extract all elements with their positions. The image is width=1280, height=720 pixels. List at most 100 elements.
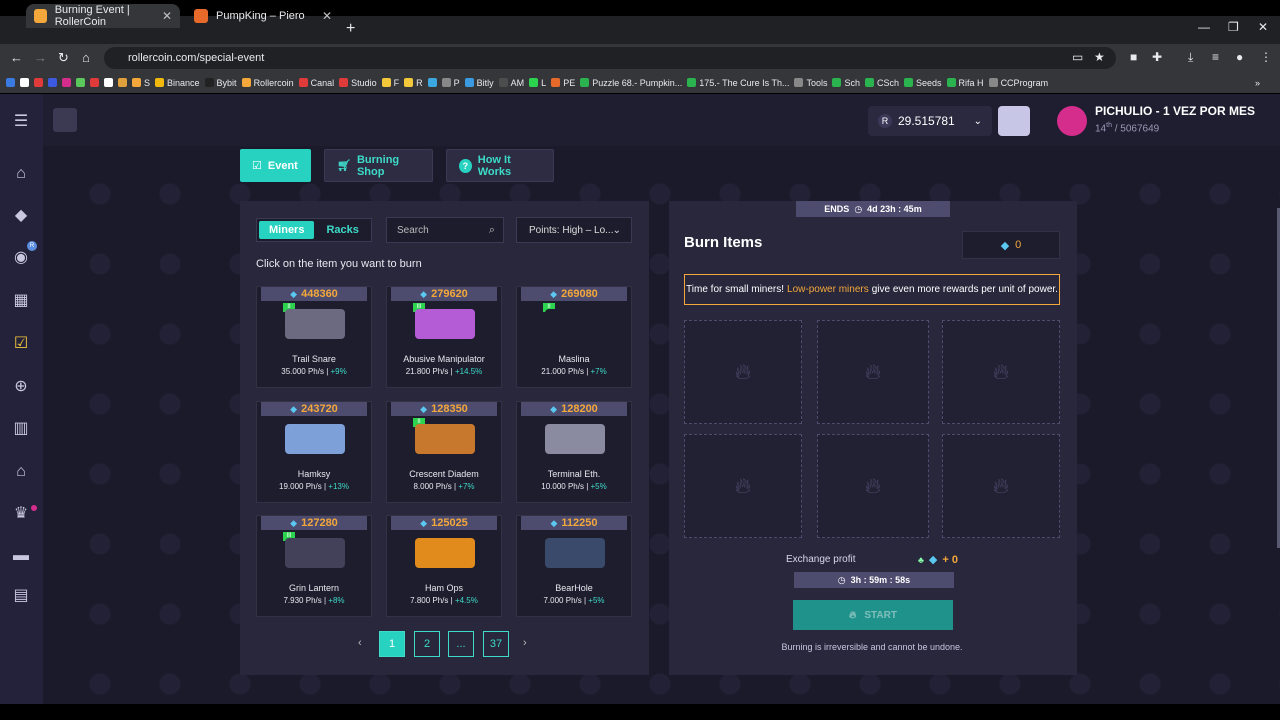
close-window-button[interactable]: ✕: [1258, 20, 1268, 34]
miner-card[interactable]: ◆ 112250 BearHole 7.000 Ph/s | +5%: [516, 515, 632, 617]
bookmark-item[interactable]: Canal: [298, 78, 334, 88]
miner-card[interactable]: ◆ 128350 II Crescent Diadem 8.000 Ph/s | +7%: [386, 401, 502, 503]
miner-card[interactable]: ◆ 243720 Hamksy 19.000 Ph/s | +13%: [256, 401, 372, 503]
bookmark-item[interactable]: R: [404, 78, 423, 88]
miner-card[interactable]: ◆ 448360 II Trail Snare 35.000 Ph/s | +9%: [256, 286, 372, 388]
tab-how-it-works[interactable]: ? How It Works: [446, 149, 554, 182]
search-input[interactable]: Search ⌕: [386, 217, 504, 243]
bookmark-item[interactable]: [104, 78, 113, 87]
bookmark-item[interactable]: AM: [498, 78, 524, 88]
browser-tab-active[interactable]: Burning Event | RollerCoin ✕: [26, 4, 180, 28]
bookmark-item[interactable]: [90, 78, 99, 87]
bookmark-item[interactable]: P: [441, 78, 460, 88]
burn-slot[interactable]: 🔥︎: [942, 434, 1060, 538]
burn-slot[interactable]: 🔥︎: [817, 320, 929, 424]
news-icon[interactable]: ▤: [11, 586, 31, 606]
racks-toggle[interactable]: Racks: [316, 221, 368, 239]
tool-icon[interactable]: ▬: [11, 546, 31, 566]
calendar-icon[interactable]: ▦: [11, 291, 31, 311]
sort-value: Points: High – Lo...: [529, 224, 614, 236]
miner-card[interactable]: ◆ 128200 Terminal Eth. 10.000 Ph/s | +5%: [516, 401, 632, 503]
bookmark-item[interactable]: [48, 78, 57, 87]
bookmark-item[interactable]: Tools: [794, 78, 827, 88]
cart-icon[interactable]: ⊕: [11, 377, 31, 397]
burn-slot[interactable]: 🔥︎: [817, 434, 929, 538]
tab-close-icon[interactable]: ✕: [322, 9, 332, 23]
next-page-button[interactable]: ›: [523, 637, 527, 649]
tab-event[interactable]: ☑ Event: [240, 149, 311, 182]
bookmark-item[interactable]: CSch: [865, 78, 899, 88]
event-icon[interactable]: ☑: [11, 334, 31, 354]
bookmark-item[interactable]: [62, 78, 71, 87]
start-burn-button[interactable]: 🔥︎ START: [793, 600, 953, 630]
hamburger-menu-icon[interactable]: ☰: [11, 112, 31, 132]
gamepad-icon[interactable]: ◆: [11, 206, 31, 226]
bookmark-item[interactable]: [76, 78, 85, 87]
home-button[interactable]: ⌂: [82, 50, 90, 65]
miner-card[interactable]: ◆ 279620 III Abusive Manipulator 21.800 Ph/s…: [386, 286, 502, 388]
page-button-37[interactable]: 37: [483, 631, 509, 657]
page-button-2[interactable]: 2: [414, 631, 440, 657]
bookmark-item[interactable]: Rifa H: [946, 78, 984, 88]
bookmark-item[interactable]: Seeds: [904, 78, 942, 88]
reload-button[interactable]: ↻: [58, 50, 69, 66]
bookmark-item[interactable]: CCProgram: [988, 78, 1048, 88]
bookmark-star-icon[interactable]: ★: [1094, 50, 1105, 64]
app-logo[interactable]: [53, 108, 77, 132]
new-tab-button[interactable]: +: [346, 20, 355, 38]
bookmarks-more-icon[interactable]: »: [1255, 78, 1260, 88]
menu-icon[interactable]: ⋮: [1260, 50, 1272, 64]
minimize-button[interactable]: —: [1198, 20, 1210, 34]
page-button-1[interactable]: 1: [379, 631, 405, 657]
username[interactable]: PICHULIO - 1 VEZ POR MES: [1095, 104, 1255, 118]
bookmark-item[interactable]: Puzzle 68.- Pumpkin...: [580, 78, 682, 88]
prev-page-button[interactable]: ‹: [358, 637, 362, 649]
miner-card[interactable]: ◆ 127280 III Grin Lantern 7.930 Ph/s | +8%: [256, 515, 372, 617]
house-icon[interactable]: ⌂: [11, 462, 31, 482]
burn-slot[interactable]: 🔥︎: [942, 320, 1060, 424]
bookmark-item[interactable]: Bitly: [464, 78, 494, 88]
bookmark-item[interactable]: L: [529, 78, 546, 88]
bookmark-item[interactable]: [20, 78, 29, 87]
bookmark-item[interactable]: F: [381, 78, 399, 88]
extension-icon[interactable]: ■: [1130, 50, 1137, 64]
wallet-button[interactable]: [998, 106, 1030, 136]
miner-card[interactable]: ◆ 125025 Ham Ops 7.800 Ph/s | +4.5%: [386, 515, 502, 617]
bookmark-item[interactable]: 175.- The Cure Is Th...: [687, 78, 789, 88]
install-icon[interactable]: ▭: [1072, 50, 1083, 64]
miner-card[interactable]: ◆ 269080 II Maslina 21.000 Ph/s | +7%: [516, 286, 632, 388]
bookmark-item[interactable]: [427, 78, 437, 87]
bookmark-item[interactable]: Bybit: [204, 78, 237, 88]
download-icon[interactable]: ⤓: [1188, 50, 1193, 65]
forward-button[interactable]: →: [34, 50, 47, 65]
bookmark-item[interactable]: S: [132, 78, 150, 88]
bookmark-item[interactable]: Binance: [155, 78, 200, 88]
puzzle-icon[interactable]: ✚: [1152, 50, 1162, 64]
url-bar[interactable]: rollercoin.com/special-event: [104, 47, 1116, 69]
bookmark-item[interactable]: Studio: [339, 78, 377, 88]
back-button[interactable]: ←: [10, 50, 23, 65]
tab-burning-shop[interactable]: 🛒︎ Burning Shop: [324, 149, 433, 182]
avatar[interactable]: [1057, 106, 1087, 136]
maximize-button[interactable]: ❐: [1228, 20, 1239, 34]
balance-selector[interactable]: R 29.515781 ⌄: [868, 106, 992, 136]
building-icon[interactable]: ▥: [11, 419, 31, 439]
bookmark-item[interactable]: [118, 78, 127, 87]
tab-close-icon[interactable]: ✕: [162, 9, 172, 23]
burn-slot[interactable]: 🔥︎: [684, 320, 802, 424]
trophy-icon[interactable]: ♛: [11, 504, 31, 524]
bookmark-item[interactable]: [6, 78, 15, 87]
media-icon[interactable]: ≡: [1212, 50, 1219, 64]
bookmark-item[interactable]: Sch: [832, 78, 860, 88]
bookmark-item[interactable]: [34, 78, 43, 87]
bookmark-item[interactable]: PE: [551, 78, 575, 88]
miners-toggle[interactable]: Miners: [259, 221, 315, 239]
roller-icon[interactable]: ◉: [11, 248, 31, 268]
burn-slot[interactable]: 🔥︎: [684, 434, 802, 538]
browser-tab[interactable]: PumpKing – Piero ✕: [186, 4, 340, 28]
page-ellipsis[interactable]: ...: [448, 631, 474, 657]
profile-icon[interactable]: ●: [1236, 50, 1243, 64]
home-icon[interactable]: ⌂: [11, 164, 31, 184]
sort-dropdown[interactable]: Points: High – Lo... ⌄: [516, 217, 632, 243]
bookmark-item[interactable]: Rollercoin: [241, 78, 294, 88]
